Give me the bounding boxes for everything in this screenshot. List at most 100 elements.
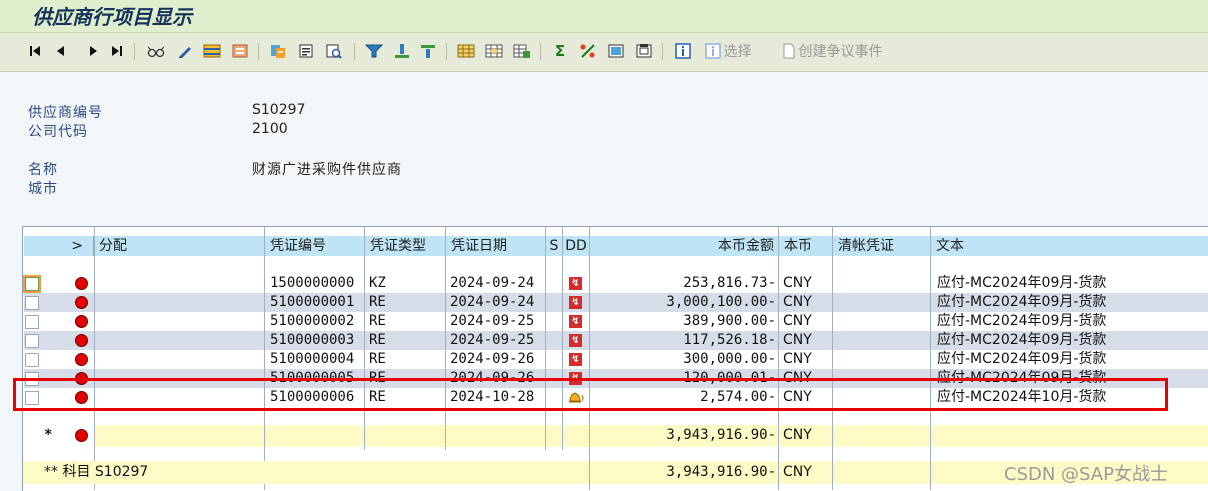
name-value: 财源广进采购件供应商 <box>252 162 402 178</box>
document-type: RE <box>369 351 386 367</box>
status-light-red-icon <box>75 391 88 404</box>
dunning-bell-icon <box>567 390 585 407</box>
column-header-document-number[interactable]: 凭证编号 <box>265 236 365 256</box>
column-header-s[interactable]: S <box>546 236 563 256</box>
status-light-red-icon <box>75 315 88 328</box>
column-header-assignment[interactable]: 分配 <box>94 236 265 256</box>
column-header-currency[interactable]: 本币 <box>779 236 833 256</box>
row-select-checkbox[interactable] <box>25 372 39 386</box>
grid-export-icon[interactable] <box>512 42 532 60</box>
column-divider <box>930 226 931 490</box>
select-button[interactable]: 选择 <box>700 42 756 60</box>
application-toolbar: Σ 选择 创建争议事件 <box>0 33 1208 72</box>
document-date: 2024-10-28 <box>450 389 535 405</box>
sum-icon[interactable] <box>392 42 412 60</box>
document-number[interactable]: 5100000006 <box>270 388 354 407</box>
last-page-icon[interactable] <box>110 42 124 60</box>
subtotal-icon[interactable] <box>418 42 438 60</box>
column-header-dd[interactable]: DD <box>563 236 590 256</box>
next-page-icon[interactable] <box>86 42 100 60</box>
column-divider <box>778 226 779 490</box>
item-text: 应付-MC2024年09月-货款 <box>937 275 1107 291</box>
toolbar-separator <box>662 43 663 60</box>
document-date: 2024-09-24 <box>450 294 535 310</box>
toolbar-separator <box>540 43 541 60</box>
view2-icon[interactable] <box>634 42 654 60</box>
view-icon[interactable] <box>606 42 626 60</box>
sigma-icon[interactable]: Σ <box>550 42 570 60</box>
prev-page-icon[interactable] <box>54 42 68 60</box>
document-icon <box>783 43 794 59</box>
grid-icon[interactable] <box>456 42 476 60</box>
subtotal-mark: * <box>44 427 53 443</box>
vendor-number-value: S10297 <box>252 102 306 118</box>
currency: CNY <box>783 351 812 367</box>
column-settings-icon[interactable] <box>202 42 222 60</box>
amount: 253,816.73- <box>683 275 776 291</box>
pencil-icon[interactable] <box>176 42 194 60</box>
document-number[interactable]: 1500000000 <box>270 274 354 293</box>
document-number[interactable]: 5100000002 <box>270 312 354 331</box>
total-amount: 3,943,916.90- <box>666 464 776 480</box>
name-label: 名称 <box>28 162 58 178</box>
due-date-lightning-icon: ↯ <box>569 277 582 290</box>
column-divider <box>589 226 590 490</box>
column-header-document-type[interactable]: 凭证类型 <box>365 236 446 256</box>
document-date: 2024-09-25 <box>450 313 535 329</box>
item-text: 应付-MC2024年09月-货款 <box>937 370 1107 386</box>
document-date: 2024-09-24 <box>450 275 535 291</box>
document-number[interactable]: 5100000004 <box>270 350 354 369</box>
column-divider <box>94 226 95 490</box>
column-header-arrow[interactable]: > <box>24 236 94 256</box>
create-dispute-label: 创建争议事件 <box>798 44 883 60</box>
row-select-checkbox[interactable] <box>25 277 39 291</box>
column-divider <box>264 226 265 490</box>
row-select-checkbox[interactable] <box>25 315 39 329</box>
item-text: 应付-MC2024年09月-货款 <box>937 294 1107 310</box>
column-header-text[interactable]: 文本 <box>931 236 1208 256</box>
glasses-icon[interactable] <box>146 42 166 60</box>
column-divider <box>562 226 563 450</box>
vendor-number-label: 供应商编号 <box>28 105 103 121</box>
watermark: CSDN @SAP女战士 <box>1004 464 1168 485</box>
document-number[interactable]: 5100000005 <box>270 369 354 388</box>
row-select-checkbox[interactable] <box>25 391 39 405</box>
amount: 117,526.18- <box>683 332 776 348</box>
first-page-icon[interactable] <box>28 42 42 60</box>
column-header-clearing-document[interactable]: 清帐凭证 <box>833 236 931 256</box>
row-select-checkbox[interactable] <box>25 353 39 367</box>
filter-icon[interactable] <box>364 42 384 60</box>
document-date: 2024-09-25 <box>450 332 535 348</box>
status-light-red-icon <box>75 296 88 309</box>
document-type: KZ <box>369 275 386 291</box>
grid-select-icon[interactable] <box>484 42 504 60</box>
document-date: 2024-09-26 <box>450 370 535 386</box>
status-light-red-icon <box>75 277 88 290</box>
column-divider <box>832 226 833 490</box>
column-divider <box>445 226 446 450</box>
row-select-checkbox[interactable] <box>25 296 39 310</box>
layout-icon[interactable] <box>230 42 250 60</box>
find-icon[interactable] <box>324 42 344 60</box>
detail-icon[interactable] <box>296 42 316 60</box>
currency: CNY <box>783 389 812 405</box>
window-title: 供应商行项目显示 <box>32 5 192 29</box>
currency: CNY <box>783 294 812 310</box>
document-number[interactable]: 5100000003 <box>270 331 354 350</box>
row-select-checkbox[interactable] <box>25 334 39 348</box>
due-date-lightning-icon: ↯ <box>569 334 582 347</box>
doc-icon[interactable] <box>268 42 288 60</box>
document-number[interactable]: 5100000001 <box>270 293 354 312</box>
info-icon[interactable] <box>674 42 692 60</box>
total-label: ** 科目 S10297 <box>44 464 149 480</box>
column-header-document-date[interactable]: 凭证日期 <box>446 236 546 256</box>
company-code-label: 公司代码 <box>28 124 88 140</box>
percent-icon[interactable] <box>578 42 598 60</box>
document-date: 2024-09-26 <box>450 351 535 367</box>
column-header-amount[interactable]: 本币金额 <box>590 236 779 256</box>
status-light-red-icon <box>75 372 88 385</box>
item-text: 应付-MC2024年09月-货款 <box>937 351 1107 367</box>
due-date-lightning-icon: ↯ <box>569 353 582 366</box>
document-type: RE <box>369 294 386 310</box>
create-dispute-button[interactable]: 创建争议事件 <box>776 42 888 60</box>
